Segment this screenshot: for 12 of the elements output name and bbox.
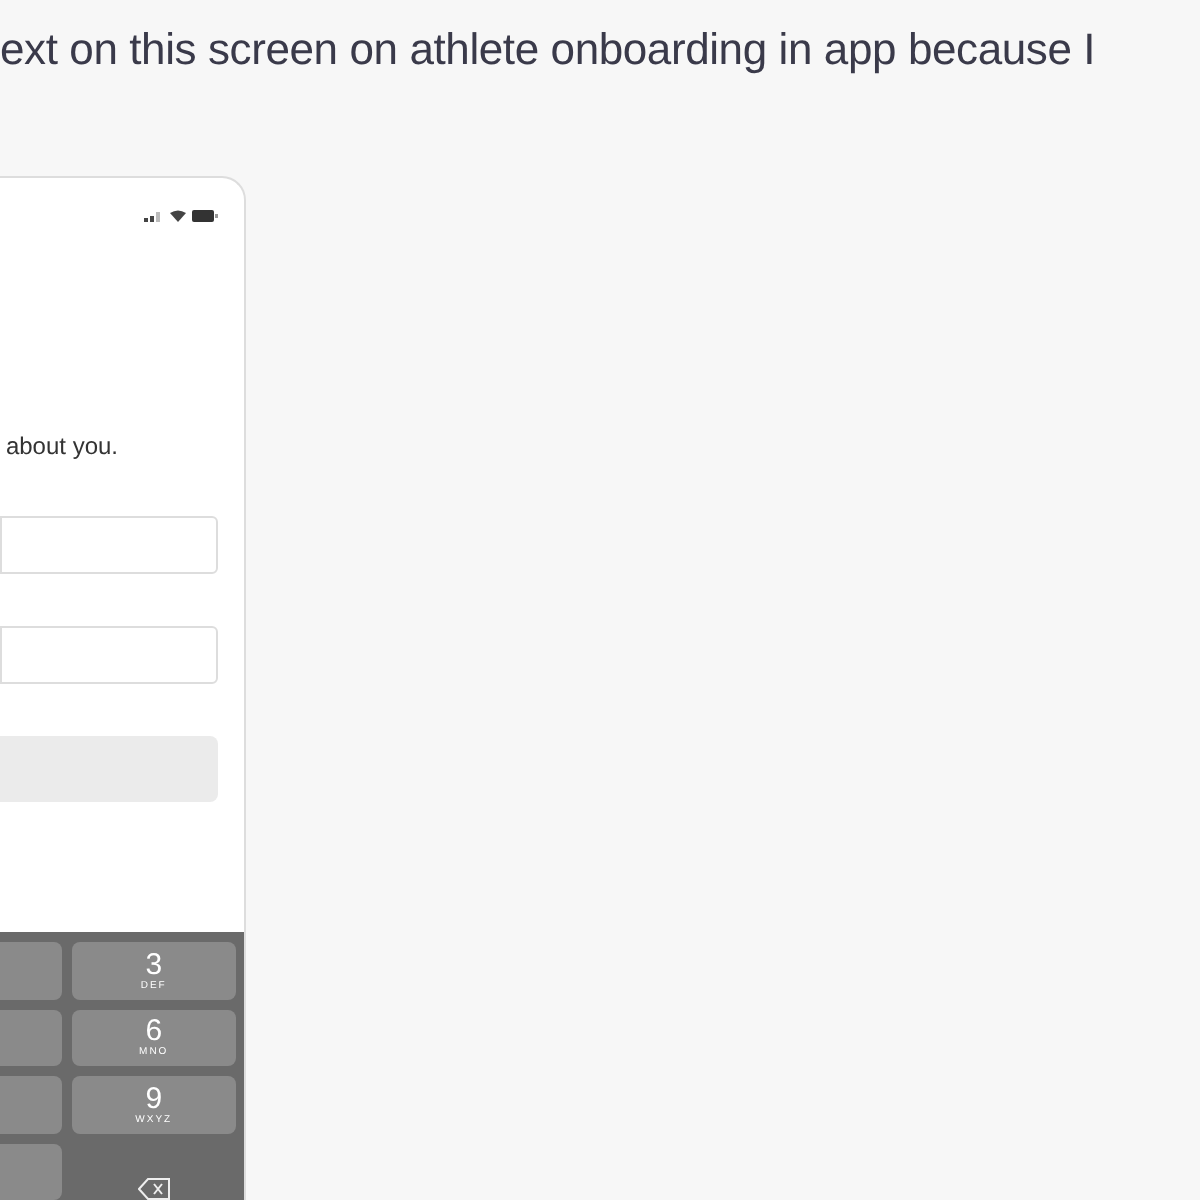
message-text: ext on this screen on athlete onboarding in app because I — [0, 22, 1098, 78]
wifi-icon — [170, 210, 186, 222]
prompt-text: about you. — [3, 430, 120, 464]
keypad-key[interactable] — [0, 1009, 62, 1066]
backspace-icon[interactable] — [137, 1178, 170, 1200]
battery-icon — [192, 210, 218, 222]
keypad-key[interactable] — [0, 942, 62, 999]
keypad-key[interactable] — [0, 1076, 62, 1133]
input-field[interactable] — [0, 516, 218, 574]
input-field[interactable] — [0, 626, 218, 684]
keypad-key[interactable] — [0, 1143, 62, 1200]
signal-icon — [144, 210, 164, 222]
